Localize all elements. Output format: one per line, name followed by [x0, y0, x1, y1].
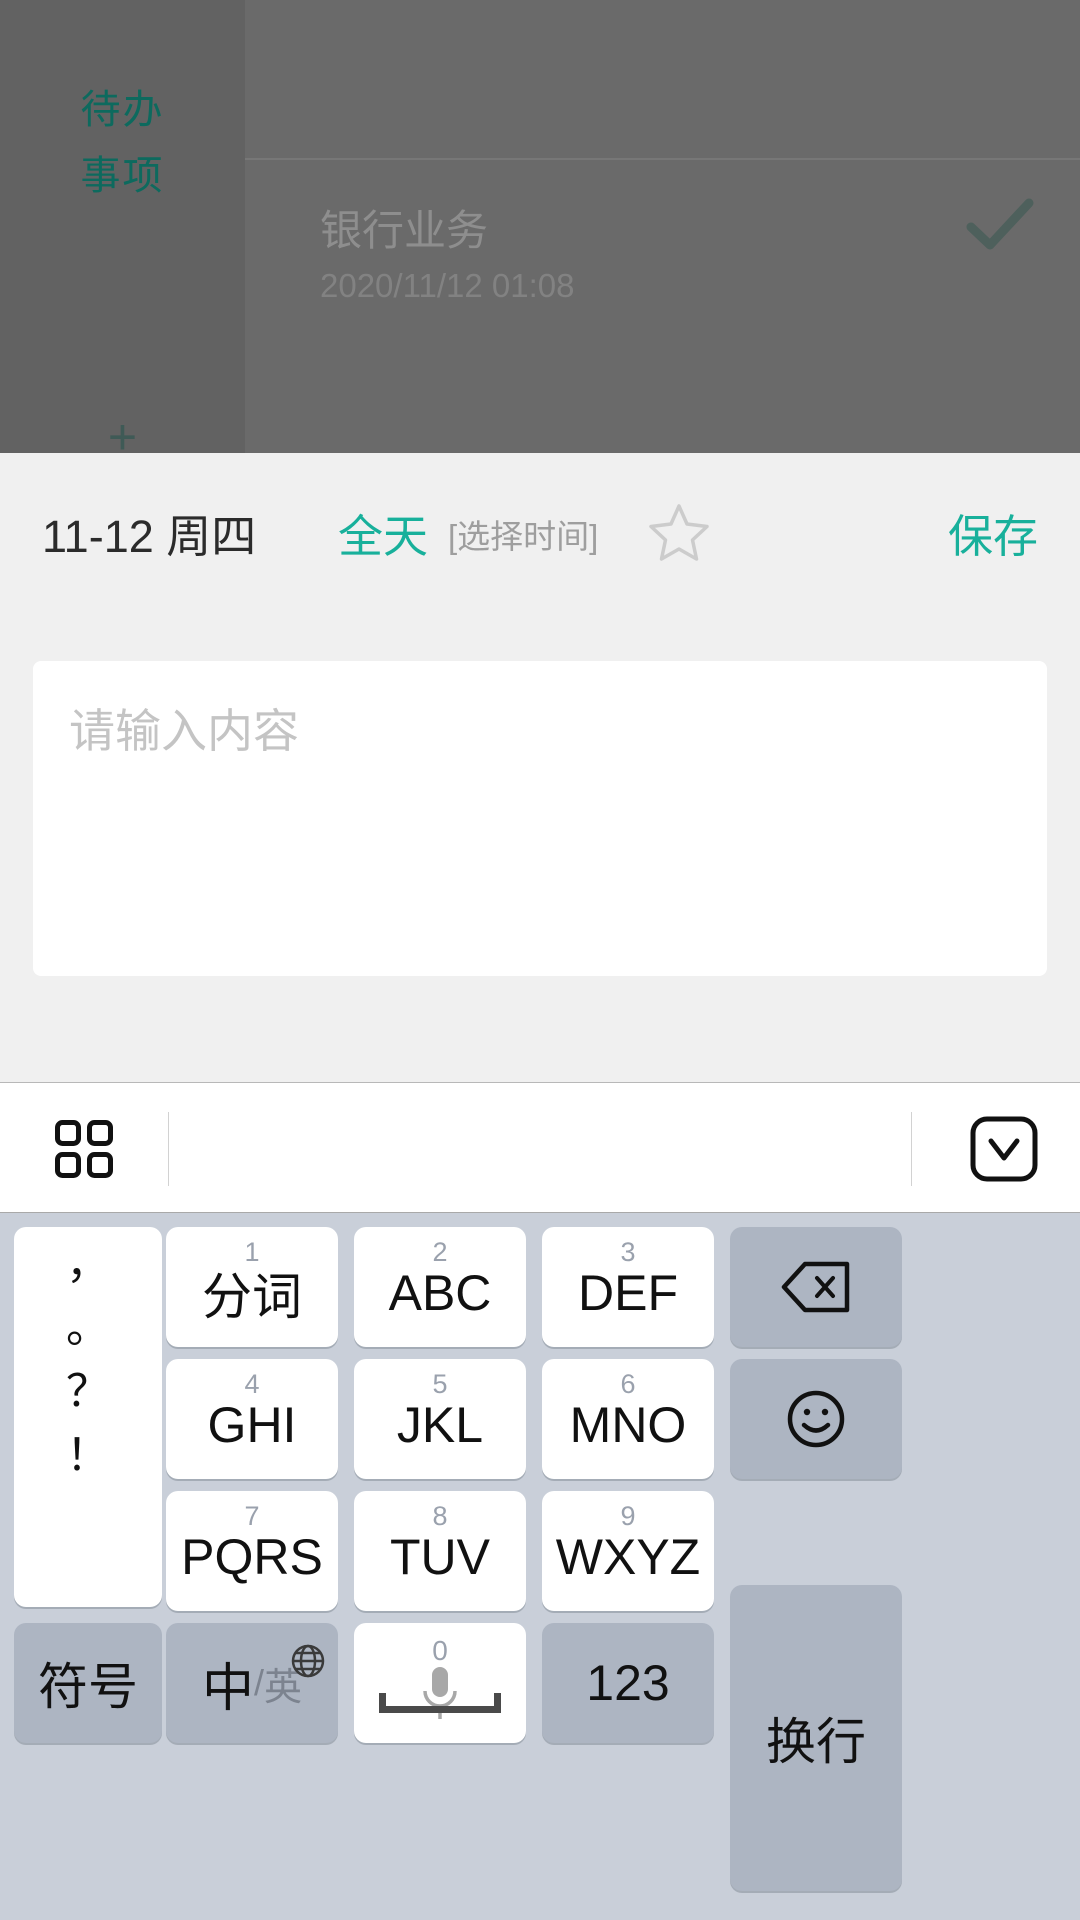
punct-period[interactable]: 。	[14, 1291, 162, 1355]
punctuation-key[interactable]: ， 。 ？ ！	[14, 1227, 162, 1607]
symbol-key[interactable]: 符号	[14, 1623, 162, 1743]
key-8-tuv[interactable]: 8 TUV	[354, 1491, 526, 1611]
key-2-label: ABC	[388, 1265, 492, 1321]
dimmed-background-app: 待办 事项 + 银行业务 2020/11/12 01:08	[0, 0, 1080, 453]
space-key[interactable]: 0	[354, 1623, 526, 1743]
backspace-icon[interactable]	[730, 1227, 902, 1347]
key-8-label: TUV	[390, 1529, 490, 1585]
pick-time-button[interactable]: [选择时间]	[448, 510, 598, 558]
keypad: ， 。 ？ ！ 1 分词 2 ABC 3 DEF 4 GHI 5 JKL 6 M…	[0, 1213, 1080, 1920]
task-title: 银行业务	[320, 207, 489, 254]
note-editor-panel: 11-12 周四 全天 [选择时间] 保存 请输入内容	[0, 453, 1080, 1083]
key-6-label: MNO	[569, 1397, 687, 1453]
key-5-label: JKL	[396, 1397, 484, 1453]
key-5-jkl[interactable]: 5 JKL	[354, 1359, 526, 1479]
keyboard-function-bar	[0, 1084, 1080, 1213]
all-day-toggle[interactable]: 全天	[338, 500, 428, 565]
sidebar-item-todo[interactable]: 待办	[0, 77, 245, 135]
key-3-def[interactable]: 3 DEF	[542, 1227, 714, 1347]
key-1-fenci[interactable]: 1 分词	[166, 1227, 338, 1347]
key-4-label: GHI	[207, 1397, 297, 1453]
key-3-number: 3	[620, 1237, 636, 1267]
punct-question[interactable]: ？	[14, 1355, 162, 1419]
space-bar-glyph	[379, 1693, 501, 1713]
date-button[interactable]: 11-12 周四	[42, 500, 256, 565]
editor-toolbar: 11-12 周四 全天 [选择时间] 保存	[0, 453, 1080, 611]
key-7-label: PQRS	[181, 1529, 323, 1585]
save-button[interactable]: 保存	[948, 500, 1038, 565]
background-tabbar	[245, 0, 1080, 160]
key-2-abc[interactable]: 2 ABC	[354, 1227, 526, 1347]
punct-exclaim[interactable]: ！	[14, 1419, 162, 1483]
space-key-number: 0	[432, 1635, 448, 1666]
key-8-number: 8	[432, 1501, 448, 1531]
key-6-mno[interactable]: 6 MNO	[542, 1359, 714, 1479]
language-switch-key[interactable]: 中 / 英	[166, 1623, 338, 1743]
punct-comma[interactable]: ，	[14, 1227, 162, 1291]
numeric-key-label: 123	[586, 1655, 670, 1711]
background-task-card[interactable]: 银行业务 2020/11/12 01:08	[245, 162, 1080, 453]
enter-key[interactable]: 换行	[730, 1585, 902, 1891]
task-datetime: 2020/11/12 01:08	[320, 267, 575, 304]
globe-icon	[290, 1633, 326, 1678]
smiley-icon[interactable]	[730, 1359, 902, 1479]
toolbar-divider-right	[911, 1112, 912, 1186]
key-6-number: 6	[620, 1369, 636, 1399]
enter-key-label: 换行	[766, 1714, 866, 1770]
language-primary: 中	[201, 1659, 254, 1718]
key-9-number: 9	[620, 1501, 636, 1531]
key-5-number: 5	[432, 1369, 448, 1399]
screen-root: 待办 事项 + 银行业务 2020/11/12 01:08 11-12 周四 全…	[0, 0, 1080, 1920]
star-outline-icon[interactable]	[648, 501, 710, 563]
add-item-button[interactable]: +	[0, 412, 245, 453]
key-4-ghi[interactable]: 4 GHI	[166, 1359, 338, 1479]
symbol-key-label: 符号	[38, 1659, 138, 1715]
background-sidebar: 待办 事项 +	[0, 0, 245, 453]
chevron-down-boxed-icon[interactable]	[970, 1116, 1038, 1182]
key-3-label: DEF	[578, 1265, 678, 1321]
note-textarea[interactable]: 请输入内容	[33, 661, 1047, 976]
key-9-wxyz[interactable]: 9 WXYZ	[542, 1491, 714, 1611]
key-9-label: WXYZ	[555, 1529, 701, 1585]
key-1-number: 1	[244, 1237, 260, 1267]
toolbar-divider-left	[168, 1112, 169, 1186]
key-7-pqrs[interactable]: 7 PQRS	[166, 1491, 338, 1611]
key-4-number: 4	[244, 1369, 260, 1399]
key-2-number: 2	[432, 1237, 448, 1267]
sidebar-item-matters[interactable]: 事项	[0, 143, 245, 201]
grid-2x2-icon[interactable]	[55, 1120, 113, 1178]
key-7-number: 7	[244, 1501, 260, 1531]
note-placeholder: 请输入内容	[69, 705, 299, 757]
numeric-key[interactable]: 123	[542, 1623, 714, 1743]
check-icon[interactable]	[965, 195, 1035, 255]
language-separator: /	[253, 1662, 264, 1703]
